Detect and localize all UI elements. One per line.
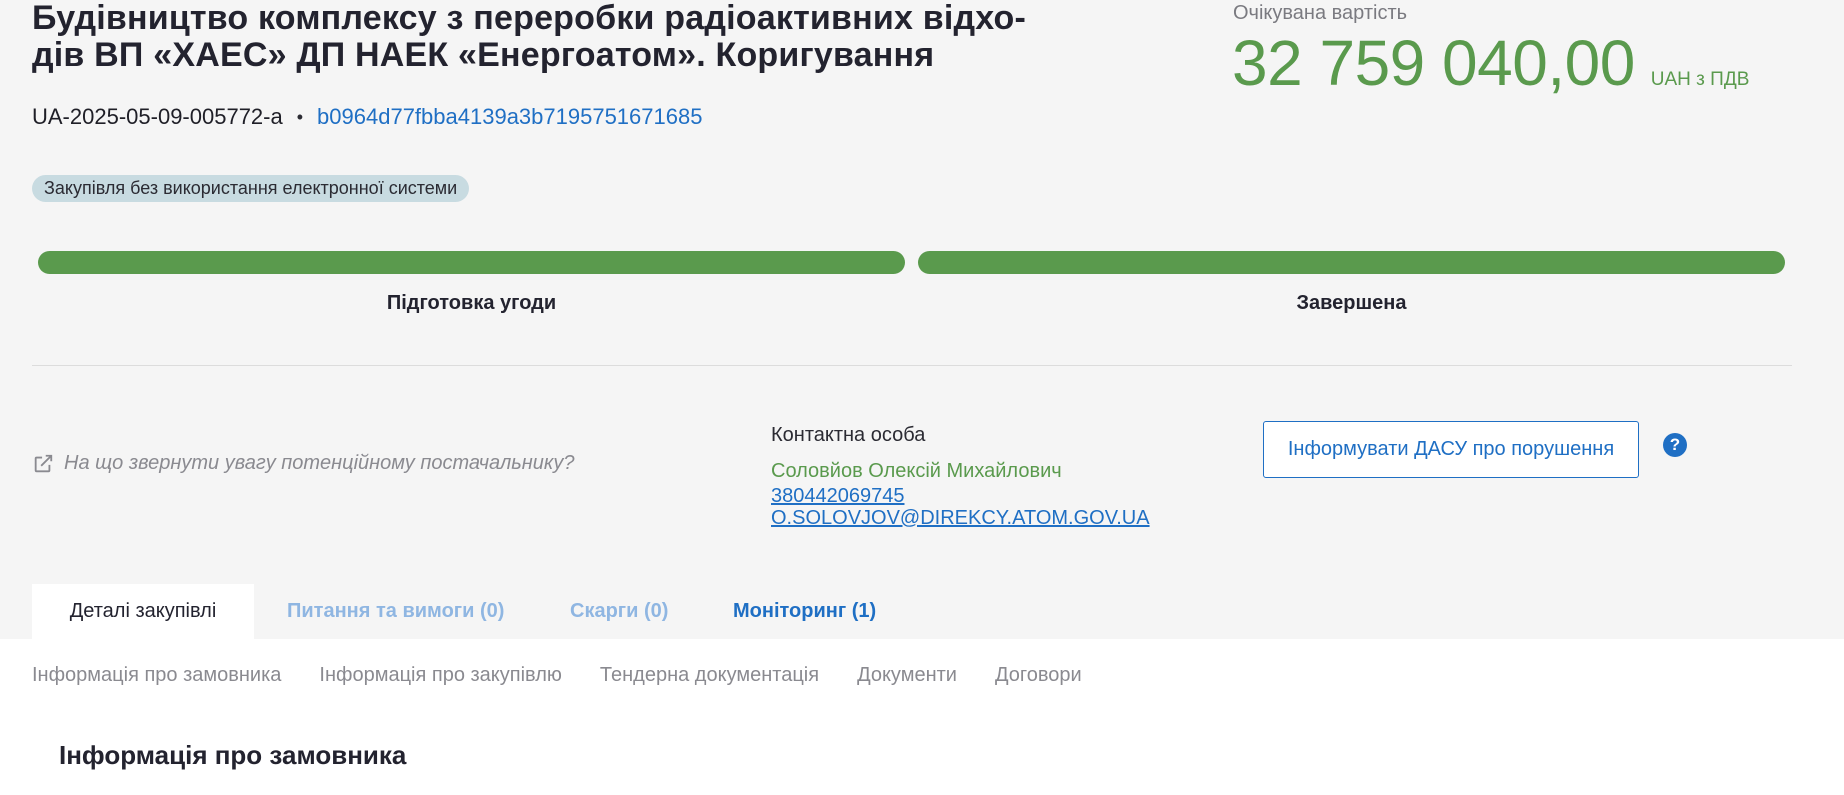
subnav-item-procurement[interactable]: Інформація про закупівлю (319, 664, 561, 687)
help-icon[interactable]: ? (1663, 433, 1687, 457)
contact-name: Соловйов Олексій Михайлович (771, 460, 1062, 482)
divider (32, 365, 1792, 366)
contact-label: Контактна особа (771, 424, 926, 446)
price-label: Очікувана вартість (1233, 2, 1408, 24)
tab-questions[interactable]: Питання та вимоги (0) (287, 584, 504, 639)
tender-hash-link[interactable]: b0964d77fbba4139a3b7195751671685 (317, 104, 702, 130)
subnav-item-documents[interactable]: Документи (857, 664, 957, 687)
stage-label-1: Підготовка угоди (386, 292, 557, 314)
section-subnav: Інформація про замовника Інформація про … (32, 664, 1082, 687)
price-value: 32 759 040,00 (1232, 27, 1635, 99)
stage-progress-bar-1 (38, 251, 905, 274)
contact-email-link[interactable]: O.SOLOVJOV@DIREKCY.ATOM.GOV.UA (771, 507, 1150, 530)
subnav-item-tender-docs[interactable]: Тендерна документація (600, 664, 819, 687)
stage-label-2: Завершена (1296, 292, 1407, 314)
price-block: 32 759 040,00 UAH з ПДВ (1232, 28, 1749, 98)
external-link-icon (34, 454, 53, 472)
tab-monitoring[interactable]: Моніторинг (1) (733, 584, 876, 639)
subnav-item-contracts[interactable]: Договори (995, 664, 1082, 687)
page-title: Будівництво комплексу з переробки радіоа… (32, 0, 1027, 74)
supplier-hint-link[interactable]: На що звернути увагу потенційному постач… (32, 452, 574, 475)
supplier-hint-text: На що звернути увагу потенційному постач… (64, 452, 575, 474)
tender-ids: UA-2025-05-09-005772-a • b0964d77fbba413… (32, 104, 702, 130)
tender-id: UA-2025-05-09-005772-a (32, 104, 283, 129)
price-currency: UAH з ПДВ (1650, 69, 1750, 90)
separator-dot: • (296, 106, 304, 127)
contact-phone-link[interactable]: 380442069745 (771, 485, 904, 508)
details-panel (0, 639, 1844, 795)
section-title: Інформація про замовника (59, 740, 407, 770)
tab-procurement-details[interactable]: Деталі закупівлі (32, 584, 254, 639)
subnav-item-customer[interactable]: Інформація про замовника (32, 664, 281, 687)
procurement-type-badge: Закупівля без використання електронної с… (32, 175, 470, 202)
stage-progress-bar-2 (918, 251, 1785, 274)
tab-complaints[interactable]: Скарги (0) (570, 584, 668, 639)
inform-dasu-button[interactable]: Інформувати ДАСУ про порушення (1263, 421, 1639, 478)
